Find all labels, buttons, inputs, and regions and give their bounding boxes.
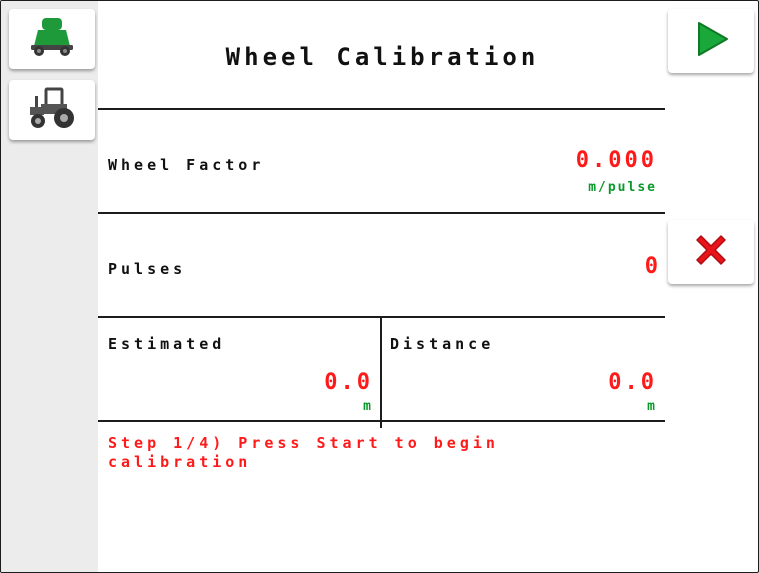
- distance-label: Distance: [390, 335, 495, 353]
- tractor-icon: [26, 86, 78, 134]
- sidebar-item-tractor[interactable]: [9, 80, 95, 140]
- estimated-label: Estimated: [108, 335, 226, 353]
- estimated-unit: m: [363, 399, 373, 414]
- close-icon: [691, 230, 731, 274]
- divider: [98, 108, 665, 110]
- sidebar-item-implement[interactable]: [9, 9, 95, 69]
- status-message: Step 1/4) Press Start to begin calibrati…: [108, 434, 499, 471]
- column-divider: [380, 318, 382, 428]
- sidebar: [1, 1, 98, 572]
- calibration-screen: Wheel Calibration Wheel Factor 0.000 m/p…: [0, 0, 759, 573]
- pulses-value: 0: [644, 254, 661, 279]
- cancel-button[interactable]: [668, 220, 754, 284]
- estimated-value: 0.0: [324, 370, 373, 395]
- wheel-factor-unit: m/pulse: [588, 180, 657, 195]
- page-title: Wheel Calibration: [225, 43, 540, 71]
- pulses-label: Pulses: [108, 260, 187, 278]
- divider: [98, 420, 665, 422]
- play-icon: [691, 19, 731, 63]
- start-button[interactable]: [668, 9, 754, 73]
- distance-value: 0.0: [608, 370, 657, 395]
- wheel-factor-label: Wheel Factor: [108, 156, 265, 174]
- divider: [98, 212, 665, 214]
- implement-icon: [28, 15, 76, 63]
- distance-unit: m: [647, 399, 657, 414]
- wheel-factor-value: 0.000: [575, 148, 657, 173]
